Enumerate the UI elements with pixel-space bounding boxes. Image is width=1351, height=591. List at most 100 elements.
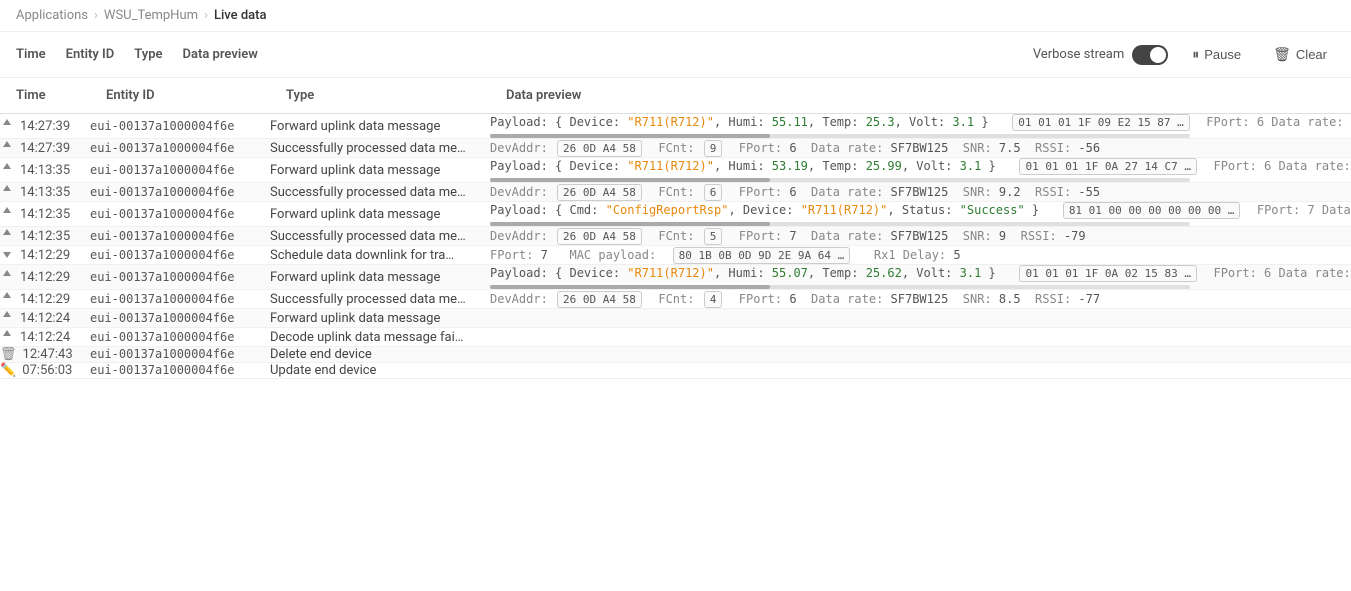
table-row: 14:12:24 eui-00137a1000004f6e Decode upl… (0, 328, 1351, 347)
entity-id: eui-00137a1000004f6e (90, 207, 235, 221)
entity-id-cell: eui-00137a1000004f6e (90, 309, 270, 328)
message-type: Forward uplink data message (270, 163, 440, 178)
time-cell: 14:13:35 (0, 183, 90, 202)
toolbar-right: Verbose stream ⏸ Pause 🗑 Clear (1033, 42, 1335, 67)
time-cell: 14:12:29 (0, 265, 90, 290)
time-value: 14:27:39 (20, 119, 70, 134)
message-type: Forward uplink data message (270, 270, 440, 285)
table-row: 14:13:35 eui-00137a1000004f6e Forward up… (0, 158, 1351, 183)
time-cell: 14:27:39 (0, 139, 90, 158)
col-time: Time (16, 47, 46, 62)
direction-icon: ✏️ (0, 363, 16, 378)
message-type: Successfully processed data me… (270, 185, 466, 200)
direction-icon (0, 227, 14, 245)
entity-id: eui-00137a1000004f6e (90, 311, 235, 325)
table-row: 14:12:29 eui-00137a1000004f6e Forward up… (0, 265, 1351, 290)
table-row: 14:12:35 eui-00137a1000004f6e Forward up… (0, 202, 1351, 227)
message-type: Forward uplink data message (270, 311, 440, 326)
time-value: 14:12:35 (20, 207, 70, 222)
col-preview: Data preview (183, 47, 258, 62)
verbose-stream-control: Verbose stream (1033, 45, 1168, 65)
entity-id-cell: eui-00137a1000004f6e (90, 347, 270, 363)
entity-id-cell: eui-00137a1000004f6e (90, 202, 270, 227)
preview-content: Payload: { Device: "R711(R712)", Humi: 5… (490, 114, 1351, 131)
time-value: 14:12:29 (20, 292, 70, 307)
entity-id: eui-00137a1000004f6e (90, 185, 235, 199)
col-type: Type (134, 47, 162, 62)
time-cell: 14:12:29 (0, 290, 90, 309)
toolbar-left: Time Entity ID Type Data preview (16, 47, 258, 62)
preview-cell (490, 347, 1351, 363)
type-cell: Delete end device (270, 347, 490, 363)
time-cell: 🗑 12:47:43 (0, 347, 90, 363)
direction-icon: 🗑 (0, 347, 17, 362)
preview-content: FPort: 7 MAC payload: 80 1B 0B 0D 9D 2E … (490, 247, 1351, 264)
scroll-bar[interactable] (490, 285, 1190, 289)
entity-id: eui-00137a1000004f6e (90, 141, 235, 155)
entity-id-cell: eui-00137a1000004f6e (90, 265, 270, 290)
direction-icon (0, 309, 14, 327)
direction-icon (0, 290, 14, 308)
th-type: Type (270, 78, 490, 114)
time-value: 14:12:35 (20, 229, 70, 244)
table-row: 14:27:39 eui-00137a1000004f6e Forward up… (0, 114, 1351, 139)
preview-content: DevAddr: 26 0D A4 58 FCnt: 5 FPort: 7 Da… (490, 228, 1351, 245)
entity-id: eui-00137a1000004f6e (90, 292, 235, 306)
message-type: Successfully processed data me… (270, 292, 466, 307)
pause-button[interactable]: ⏸ Pause (1184, 42, 1249, 67)
breadcrumb-wsu[interactable]: WSU_TempHum (104, 8, 198, 23)
preview-cell: DevAddr: 26 0D A4 58 FCnt: 5 FPort: 7 Da… (490, 227, 1351, 246)
time-value: 12:47:43 (23, 347, 73, 362)
table-row: 14:12:24 eui-00137a1000004f6e Forward up… (0, 309, 1351, 328)
time-cell: 14:12:24 (0, 309, 90, 328)
table-row: 14:12:29 eui-00137a1000004f6e Successful… (0, 290, 1351, 309)
clear-button[interactable]: 🗑 Clear (1265, 42, 1335, 67)
preview-cell (490, 309, 1351, 328)
preview-cell: Payload: { Device: "R711(R712)", Humi: 5… (490, 114, 1351, 139)
preview-cell (490, 328, 1351, 347)
entity-id: eui-00137a1000004f6e (90, 363, 235, 377)
toolbar: Time Entity ID Type Data preview Verbose… (0, 32, 1351, 78)
verbose-toggle-switch[interactable] (1132, 45, 1168, 65)
time-value: 14:12:29 (20, 248, 70, 263)
entity-id: eui-00137a1000004f6e (90, 270, 235, 284)
entity-id: eui-00137a1000004f6e (90, 229, 235, 243)
preview-cell: DevAddr: 26 0D A4 58 FCnt: 6 FPort: 6 Da… (490, 183, 1351, 202)
pause-label: Pause (1204, 47, 1241, 62)
scroll-bar[interactable] (490, 222, 1190, 226)
type-cell: Forward uplink data message (270, 265, 490, 290)
time-value: 14:12:29 (20, 270, 70, 285)
preview-cell: DevAddr: 26 0D A4 58 FCnt: 9 FPort: 6 Da… (490, 139, 1351, 158)
entity-id-cell: eui-00137a1000004f6e (90, 139, 270, 158)
type-cell: Successfully processed data me… (270, 183, 490, 202)
clear-icon: 🗑 (1273, 46, 1291, 63)
type-cell: Decode uplink data message fai… (270, 328, 490, 347)
preview-content: DevAddr: 26 0D A4 58 FCnt: 6 FPort: 6 Da… (490, 184, 1351, 201)
scroll-bar[interactable] (490, 178, 1190, 182)
scroll-bar[interactable] (490, 134, 1190, 138)
time-value: 14:12:24 (20, 330, 70, 345)
entity-id: eui-00137a1000004f6e (90, 330, 235, 344)
time-cell: 14:12:29 (0, 246, 90, 265)
table-row: ✏️ 07:56:03 eui-00137a1000004f6e Update … (0, 363, 1351, 379)
preview-content: Payload: { Device: "R711(R712)", Humi: 5… (490, 158, 1351, 175)
direction-icon (0, 139, 14, 157)
table-row: 🗑 12:47:43 eui-00137a1000004f6e Delete e… (0, 347, 1351, 363)
preview-content: Payload: { Cmd: "ConfigReportRsp", Devic… (490, 202, 1351, 219)
preview-content: DevAddr: 26 0D A4 58 FCnt: 9 FPort: 6 Da… (490, 140, 1351, 157)
preview-cell: Payload: { Device: "R711(R712)", Humi: 5… (490, 158, 1351, 183)
time-value: 14:27:39 (20, 141, 70, 156)
entity-id-cell: eui-00137a1000004f6e (90, 290, 270, 309)
preview-cell: Payload: { Device: "R711(R712)", Humi: 5… (490, 265, 1351, 290)
col-entity: Entity ID (66, 47, 115, 62)
entity-id: eui-00137a1000004f6e (90, 119, 235, 133)
preview-cell (490, 363, 1351, 379)
direction-icon (0, 183, 14, 201)
breadcrumb-applications[interactable]: Applications (16, 8, 88, 23)
message-type: Update end device (270, 363, 376, 378)
type-cell: Schedule data downlink for tra… (270, 246, 490, 265)
direction-icon (0, 161, 14, 179)
breadcrumb: Applications › WSU_TempHum › Live data (0, 0, 1351, 32)
time-cell: 14:12:35 (0, 202, 90, 227)
type-cell: Update end device (270, 363, 490, 379)
